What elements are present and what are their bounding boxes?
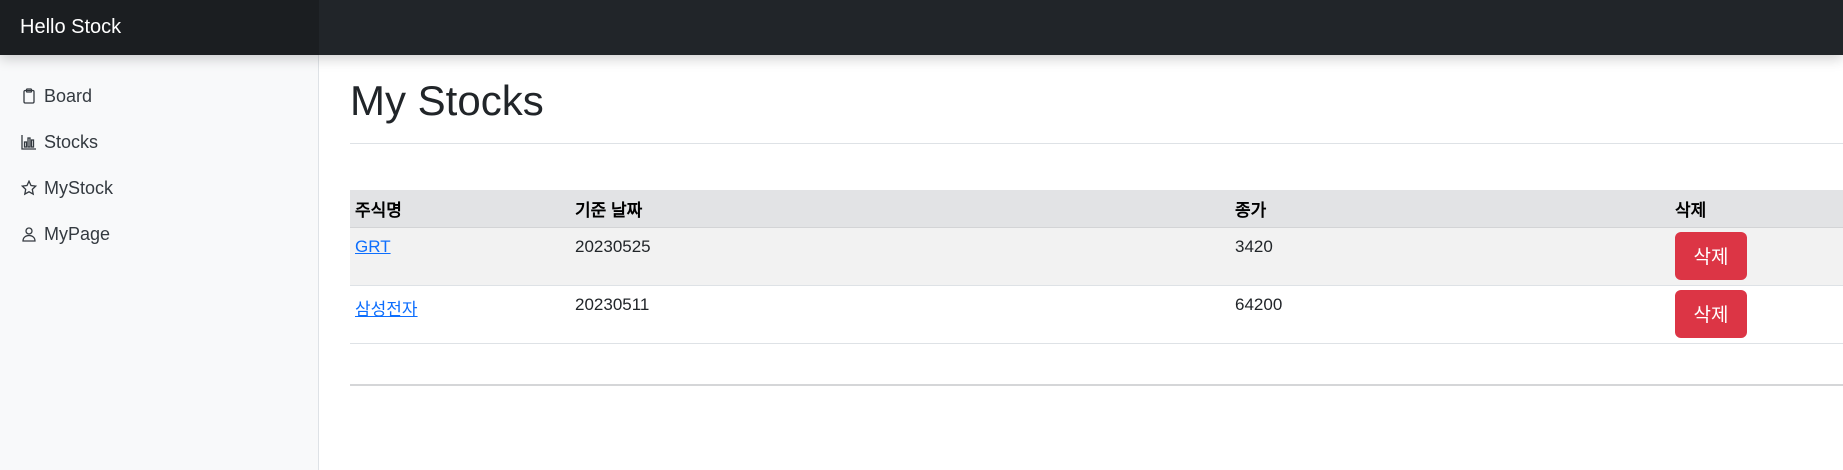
stocks-table: 주식명 기준 날짜 종가 삭제 GRT 20230525 3420 삭제 삼성전… bbox=[350, 190, 1843, 344]
column-header-date: 기준 날짜 bbox=[570, 190, 1230, 228]
sidebar-item-mystock[interactable]: MyStock bbox=[0, 165, 318, 211]
sidebar-item-stocks[interactable]: Stocks bbox=[0, 119, 318, 165]
table-row: GRT 20230525 3420 삭제 bbox=[350, 227, 1843, 286]
delete-cell: 삭제 bbox=[1670, 227, 1843, 286]
page-title: My Stocks bbox=[350, 77, 544, 124]
sidebar-item-label: MyPage bbox=[44, 223, 111, 244]
delete-button[interactable]: 삭제 bbox=[1675, 231, 1747, 280]
table-header-row: 주식명 기준 날짜 종가 삭제 bbox=[350, 190, 1843, 228]
stock-name-link[interactable]: GRT bbox=[355, 237, 391, 256]
sidebar-item-board[interactable]: Board bbox=[0, 73, 318, 119]
stock-name-cell: 삼성전자 bbox=[350, 285, 570, 344]
delete-button[interactable]: 삭제 bbox=[1675, 289, 1747, 338]
sidebar-item-label: MyStock bbox=[44, 177, 114, 198]
main-content: My Stocks 주식명 기준 날짜 종가 삭제 GRT 20230525 3… bbox=[350, 55, 1843, 386]
base-date-cell: 20230511 bbox=[570, 285, 1230, 344]
person-icon bbox=[20, 225, 38, 243]
base-date-cell: 20230525 bbox=[570, 227, 1230, 286]
column-header-close: 종가 bbox=[1230, 190, 1670, 228]
divider bbox=[350, 384, 1843, 386]
sidebar-item-label: Board bbox=[44, 85, 93, 106]
sidebar: Board Stocks MyStock MyPage bbox=[0, 55, 319, 470]
close-price-cell: 64200 bbox=[1230, 285, 1670, 344]
column-header-delete: 삭제 bbox=[1670, 190, 1843, 228]
sidebar-item-label: Stocks bbox=[44, 131, 99, 152]
top-navbar: Hello Stock bbox=[0, 0, 1843, 55]
star-icon bbox=[20, 179, 38, 197]
sidebar-item-mypage[interactable]: MyPage bbox=[0, 211, 318, 257]
close-price-cell: 3420 bbox=[1230, 227, 1670, 286]
stock-name-cell: GRT bbox=[350, 227, 570, 286]
divider bbox=[350, 143, 1843, 144]
stock-name-link[interactable]: 삼성전자 bbox=[355, 300, 418, 319]
table-row: 삼성전자 20230511 64200 삭제 bbox=[350, 285, 1843, 344]
bar-chart-icon bbox=[20, 133, 38, 151]
column-header-name: 주식명 bbox=[350, 190, 570, 228]
clipboard-icon bbox=[20, 87, 38, 105]
brand-logo[interactable]: Hello Stock bbox=[0, 0, 319, 55]
delete-cell: 삭제 bbox=[1670, 285, 1843, 344]
